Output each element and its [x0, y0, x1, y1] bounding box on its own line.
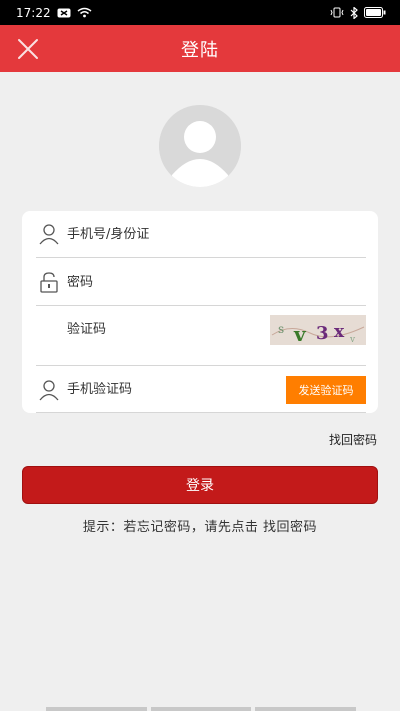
captcha-image[interactable]: s v 3 x v [270, 315, 366, 345]
bottom-indicator-segment [46, 707, 147, 711]
captcha-input[interactable] [67, 322, 270, 337]
send-code-button[interactable]: 发送验证码 [286, 375, 366, 404]
app-header: 登陆 [0, 25, 400, 72]
bottom-indicator [46, 707, 357, 711]
close-icon [18, 39, 38, 59]
phone-id-row [36, 211, 366, 258]
status-bar: 17:22 [0, 0, 400, 25]
notification-icon [57, 8, 71, 18]
status-time: 17:22 [16, 5, 51, 20]
find-password-link[interactable]: 找回密码 [329, 431, 377, 448]
close-button[interactable] [14, 35, 42, 63]
user-icon [36, 377, 62, 403]
battery-icon [364, 7, 386, 18]
lock-icon [36, 269, 62, 295]
svg-text:v: v [293, 322, 307, 345]
svg-text:x: x [334, 322, 345, 342]
status-left: 17:22 [16, 6, 92, 20]
bottom-indicator-segment [255, 707, 357, 711]
login-form: s v 3 x v 发送验证码 [22, 211, 378, 413]
svg-text:s: s [278, 322, 284, 336]
password-row [36, 259, 366, 306]
bottom-indicator-segment [150, 707, 252, 711]
wifi-icon [77, 7, 92, 18]
password-input[interactable] [67, 274, 366, 290]
status-right [330, 6, 386, 19]
page-title: 登陆 [181, 39, 219, 61]
avatar [159, 105, 241, 187]
sms-code-row: 发送验证码 [36, 367, 366, 413]
captcha-row-spacer [36, 323, 62, 349]
login-button[interactable]: 登录 [22, 466, 378, 504]
phone-id-input[interactable] [67, 226, 366, 242]
hint-text: 提示：若忘记密码，请先点击 找回密码 [82, 520, 318, 535]
user-icon [36, 221, 62, 247]
user-avatar-icon [159, 105, 241, 187]
vibrate-icon [330, 7, 344, 18]
sms-code-input[interactable] [67, 382, 286, 397]
bluetooth-icon [350, 6, 358, 19]
svg-text:3: 3 [316, 323, 329, 344]
captcha-row: s v 3 x v [36, 307, 366, 366]
svg-text:v: v [349, 335, 356, 345]
